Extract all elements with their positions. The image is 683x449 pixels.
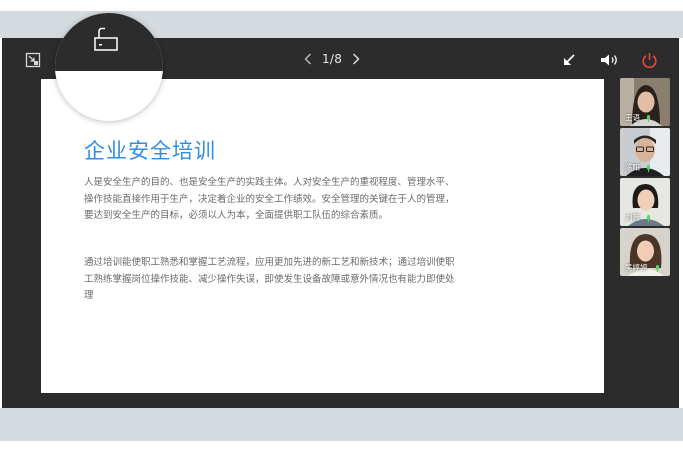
page-navigator: 1/8 [304, 49, 360, 69]
slide-paragraph-1: 人是安全生产的目的、也是安全生产的实践主体。人对安全生产的重视程度、管理水平、操… [84, 177, 455, 221]
participant-tile[interactable]: 吴婷婷 [620, 228, 670, 276]
top-margin [0, 0, 683, 11]
participant-name: 刘薇 [625, 213, 640, 222]
volume-icon[interactable] [599, 51, 621, 69]
participant-name: 陈阳 [625, 163, 640, 172]
mic-active-icon [646, 215, 651, 222]
page-indicator: 1/8 [322, 52, 343, 66]
exit-fullscreen-icon[interactable] [23, 51, 43, 69]
device-bezel-bottom [0, 408, 683, 441]
prev-page-icon[interactable] [304, 53, 312, 65]
participant-tile[interactable]: 刘薇 [620, 178, 670, 226]
next-page-icon[interactable] [352, 53, 360, 65]
participant-tile[interactable]: 陈阳 [620, 128, 670, 176]
mic-active-icon [646, 115, 651, 122]
participant-name: 王语 [625, 113, 640, 122]
participant-tile[interactable]: 王语 [620, 78, 670, 126]
slide-paragraph-2: 通过培训能使职工熟悉和掌握工艺流程，应用更加先进的新工艺和新技术；通过培训使职工… [84, 257, 455, 301]
minimize-icon[interactable] [560, 51, 578, 69]
bottom-margin [0, 441, 683, 449]
participant-name: 吴婷婷 [625, 263, 648, 272]
lock-screen-icon[interactable] [93, 27, 121, 57]
lock-button-callout [55, 13, 163, 121]
presentation-slide: 企业安全培训 人是安全生产的目的、也是安全生产的实践主体。人对安全生产的重视程度… [41, 79, 604, 393]
power-icon[interactable] [639, 50, 659, 70]
mic-active-icon [655, 265, 660, 272]
mic-active-icon [646, 165, 651, 172]
slide-title: 企业安全培训 [84, 139, 216, 163]
